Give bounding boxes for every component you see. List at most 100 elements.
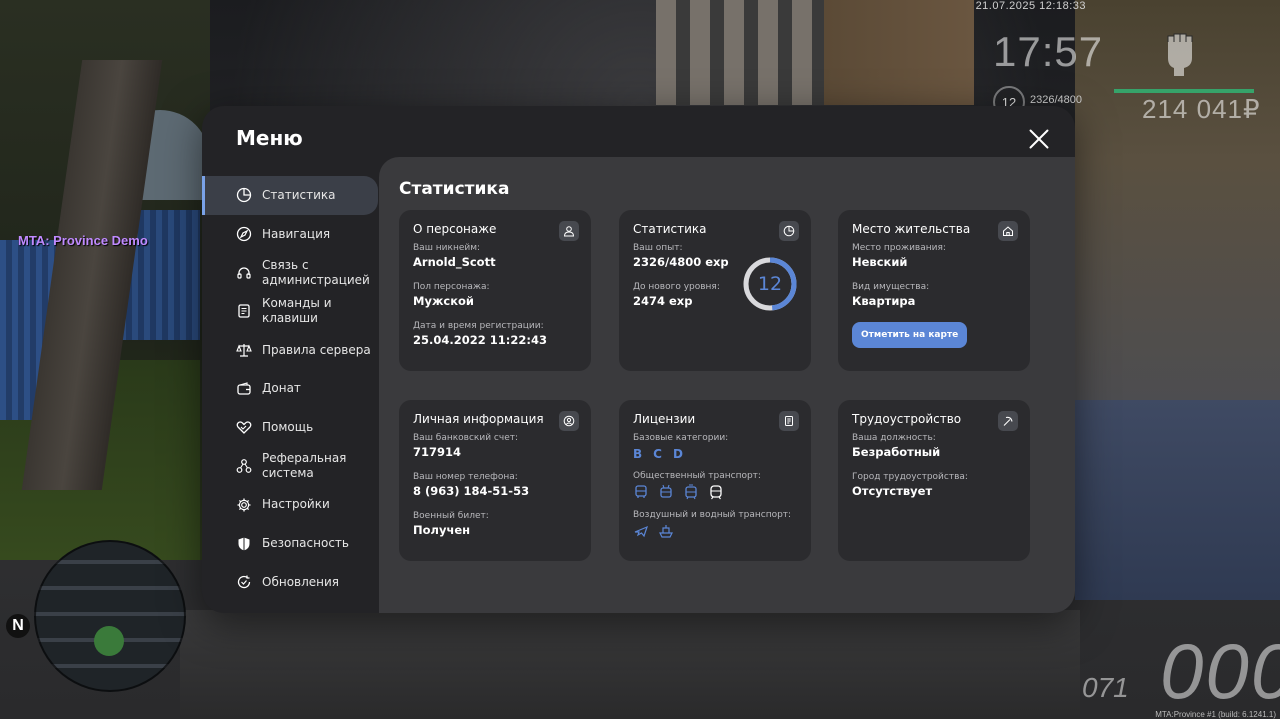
sidebar-item-updates[interactable]: Обновления (202, 563, 378, 602)
exp-label: Ваш опыт: (633, 243, 683, 253)
fist-icon (1167, 33, 1193, 76)
sidebar-item-navigation[interactable]: Навигация (202, 215, 378, 254)
sidebar-item-admin-contact[interactable]: Связь с администрацией (202, 253, 378, 292)
level-number: 12 (757, 273, 783, 295)
sidebar-item-label: Помощь (262, 419, 314, 434)
public-transport-icons (633, 484, 797, 500)
card-title: Место жительства (852, 222, 971, 236)
document-icon (236, 303, 252, 319)
sidebar-item-label: Правила сервера (262, 342, 371, 357)
card-title: Лицензии (633, 412, 696, 426)
registration-label: Дата и время регистрации: (413, 321, 544, 331)
phone-label: Ваш номер телефона: (413, 472, 518, 482)
hud-money: 214 041₽ (1142, 94, 1261, 124)
residence-place-label: Место проживания: (852, 243, 946, 253)
employment-city-label: Город трудоустройства: (852, 472, 968, 482)
sidebar-item-label: Настройки (262, 497, 330, 512)
gender-label: Пол персонажа: (413, 282, 490, 292)
card-title: Трудоустройство (852, 412, 962, 426)
property-type-value: Квартира (852, 294, 916, 308)
license-category: B (633, 447, 643, 461)
background-building (656, 0, 836, 105)
card-character: О персонаже Ваш никнейм: Arnold_Scott По… (399, 210, 591, 371)
user-circle-icon (559, 411, 579, 431)
sidebar-item-rules[interactable]: Правила сервера (202, 331, 378, 370)
close-button[interactable] (1028, 128, 1050, 150)
refresh-check-icon (236, 574, 252, 590)
sidebar-item-referral[interactable]: Реферальная система (202, 447, 378, 486)
gear-icon (236, 497, 252, 513)
bus-icon (633, 484, 649, 500)
sidebar-item-help[interactable]: Помощь (202, 408, 378, 447)
network-icon (236, 458, 252, 474)
tram-icon (683, 484, 699, 500)
sidebar-item-label: Безопасность (262, 536, 349, 551)
registration-value: 25.04.2022 11:22:43 (413, 333, 547, 347)
license-category: C (653, 447, 662, 461)
pie-chart-icon (779, 221, 799, 241)
user-icon (559, 221, 579, 241)
military-id-value: Получен (413, 523, 471, 537)
card-personal-info: Личная информация Ваш банковский счет: 7… (399, 400, 591, 561)
page-title: Статистика (399, 179, 510, 199)
sidebar-item-commands[interactable]: Команды и клавиши (202, 292, 378, 331)
sidebar-item-donate[interactable]: Донат (202, 369, 378, 408)
sidebar-item-label: Статистика (262, 187, 336, 202)
metro-train-icon (708, 484, 724, 500)
bank-account-value: 717914 (413, 445, 462, 459)
nickname-label: Ваш никнейм: (413, 243, 481, 253)
boat-icon (658, 523, 674, 539)
hud-clock: 17:57 (993, 28, 1104, 75)
sidebar-item-statistics[interactable]: Статистика (202, 176, 378, 215)
bank-account-label: Ваш банковский счет: (413, 433, 519, 443)
wallet-icon (236, 381, 252, 397)
headset-icon (236, 265, 252, 281)
position-label: Ваша должность: (852, 433, 936, 443)
sidebar-item-label: Донат (262, 381, 301, 396)
license-category: D (672, 447, 683, 461)
sidebar: Статистика Навигация Связь с администрац… (202, 176, 378, 602)
hud-exp: 2326/4800 (1030, 94, 1082, 106)
scales-icon (236, 342, 252, 358)
card-employment: Трудоустройство Ваша должность: Безработ… (838, 400, 1030, 561)
sidebar-item-settings[interactable]: Настройки (202, 486, 378, 525)
basic-categories-label: Базовые категории: (633, 433, 729, 443)
public-transport-label: Общественный транспорт: (633, 471, 761, 481)
home-icon (998, 221, 1018, 241)
nickname-value: Arnold_Scott (413, 255, 496, 269)
card-title: Личная информация (413, 412, 544, 426)
menu-window: Меню Статистика Навигация Связь с админи… (202, 106, 1075, 613)
fuel-readout: 071 (1082, 672, 1129, 703)
airplane-icon (633, 523, 649, 539)
sidebar-item-label: Обновления (262, 574, 340, 589)
menu-title: Меню (236, 126, 303, 150)
military-id-label: Военный билет: (413, 511, 489, 521)
pickaxe-icon (998, 411, 1018, 431)
sidebar-item-security[interactable]: Безопасность (202, 524, 378, 563)
background-building-2 (824, 0, 974, 105)
sidebar-item-label: Реферальная система (262, 451, 347, 481)
air-water-transport-icons (633, 523, 797, 539)
server-tag: MTA: Province Demo (18, 233, 148, 248)
residence-place-value: Невский (852, 255, 908, 269)
pie-chart-icon (236, 187, 252, 203)
card-licenses: Лицензии Базовые категории: B C D Общест… (619, 400, 811, 561)
mark-on-map-button[interactable]: Отметить на карте (852, 322, 968, 348)
build-tag: MTA:Province #1 (build: 6.1241.1) (1155, 710, 1276, 719)
background-right-wall (1075, 400, 1280, 600)
content-panel: Статистика О персонаже Ваш никнейм: Arno… (379, 157, 1075, 613)
sidebar-item-label: Связь с администрацией (262, 257, 370, 287)
card-statistics: Статистика Ваш опыт: 2326/4800 exp До но… (619, 210, 811, 371)
id-card-icon (779, 411, 799, 431)
sidebar-item-label: Команды и клавиши (262, 296, 332, 326)
card-title: Статистика (633, 222, 707, 236)
minimap (34, 540, 186, 692)
speedometer: 000 (1160, 627, 1280, 715)
background-ground (180, 610, 1080, 719)
minimap-marker (94, 626, 124, 656)
shield-icon (236, 536, 252, 552)
handshake-icon (236, 419, 252, 435)
basic-categories: B C D (633, 447, 797, 461)
phone-value: 8 (963) 184-51-53 (413, 484, 530, 498)
hud-datetime: 21.07.2025 12:18:33 (975, 0, 1086, 12)
